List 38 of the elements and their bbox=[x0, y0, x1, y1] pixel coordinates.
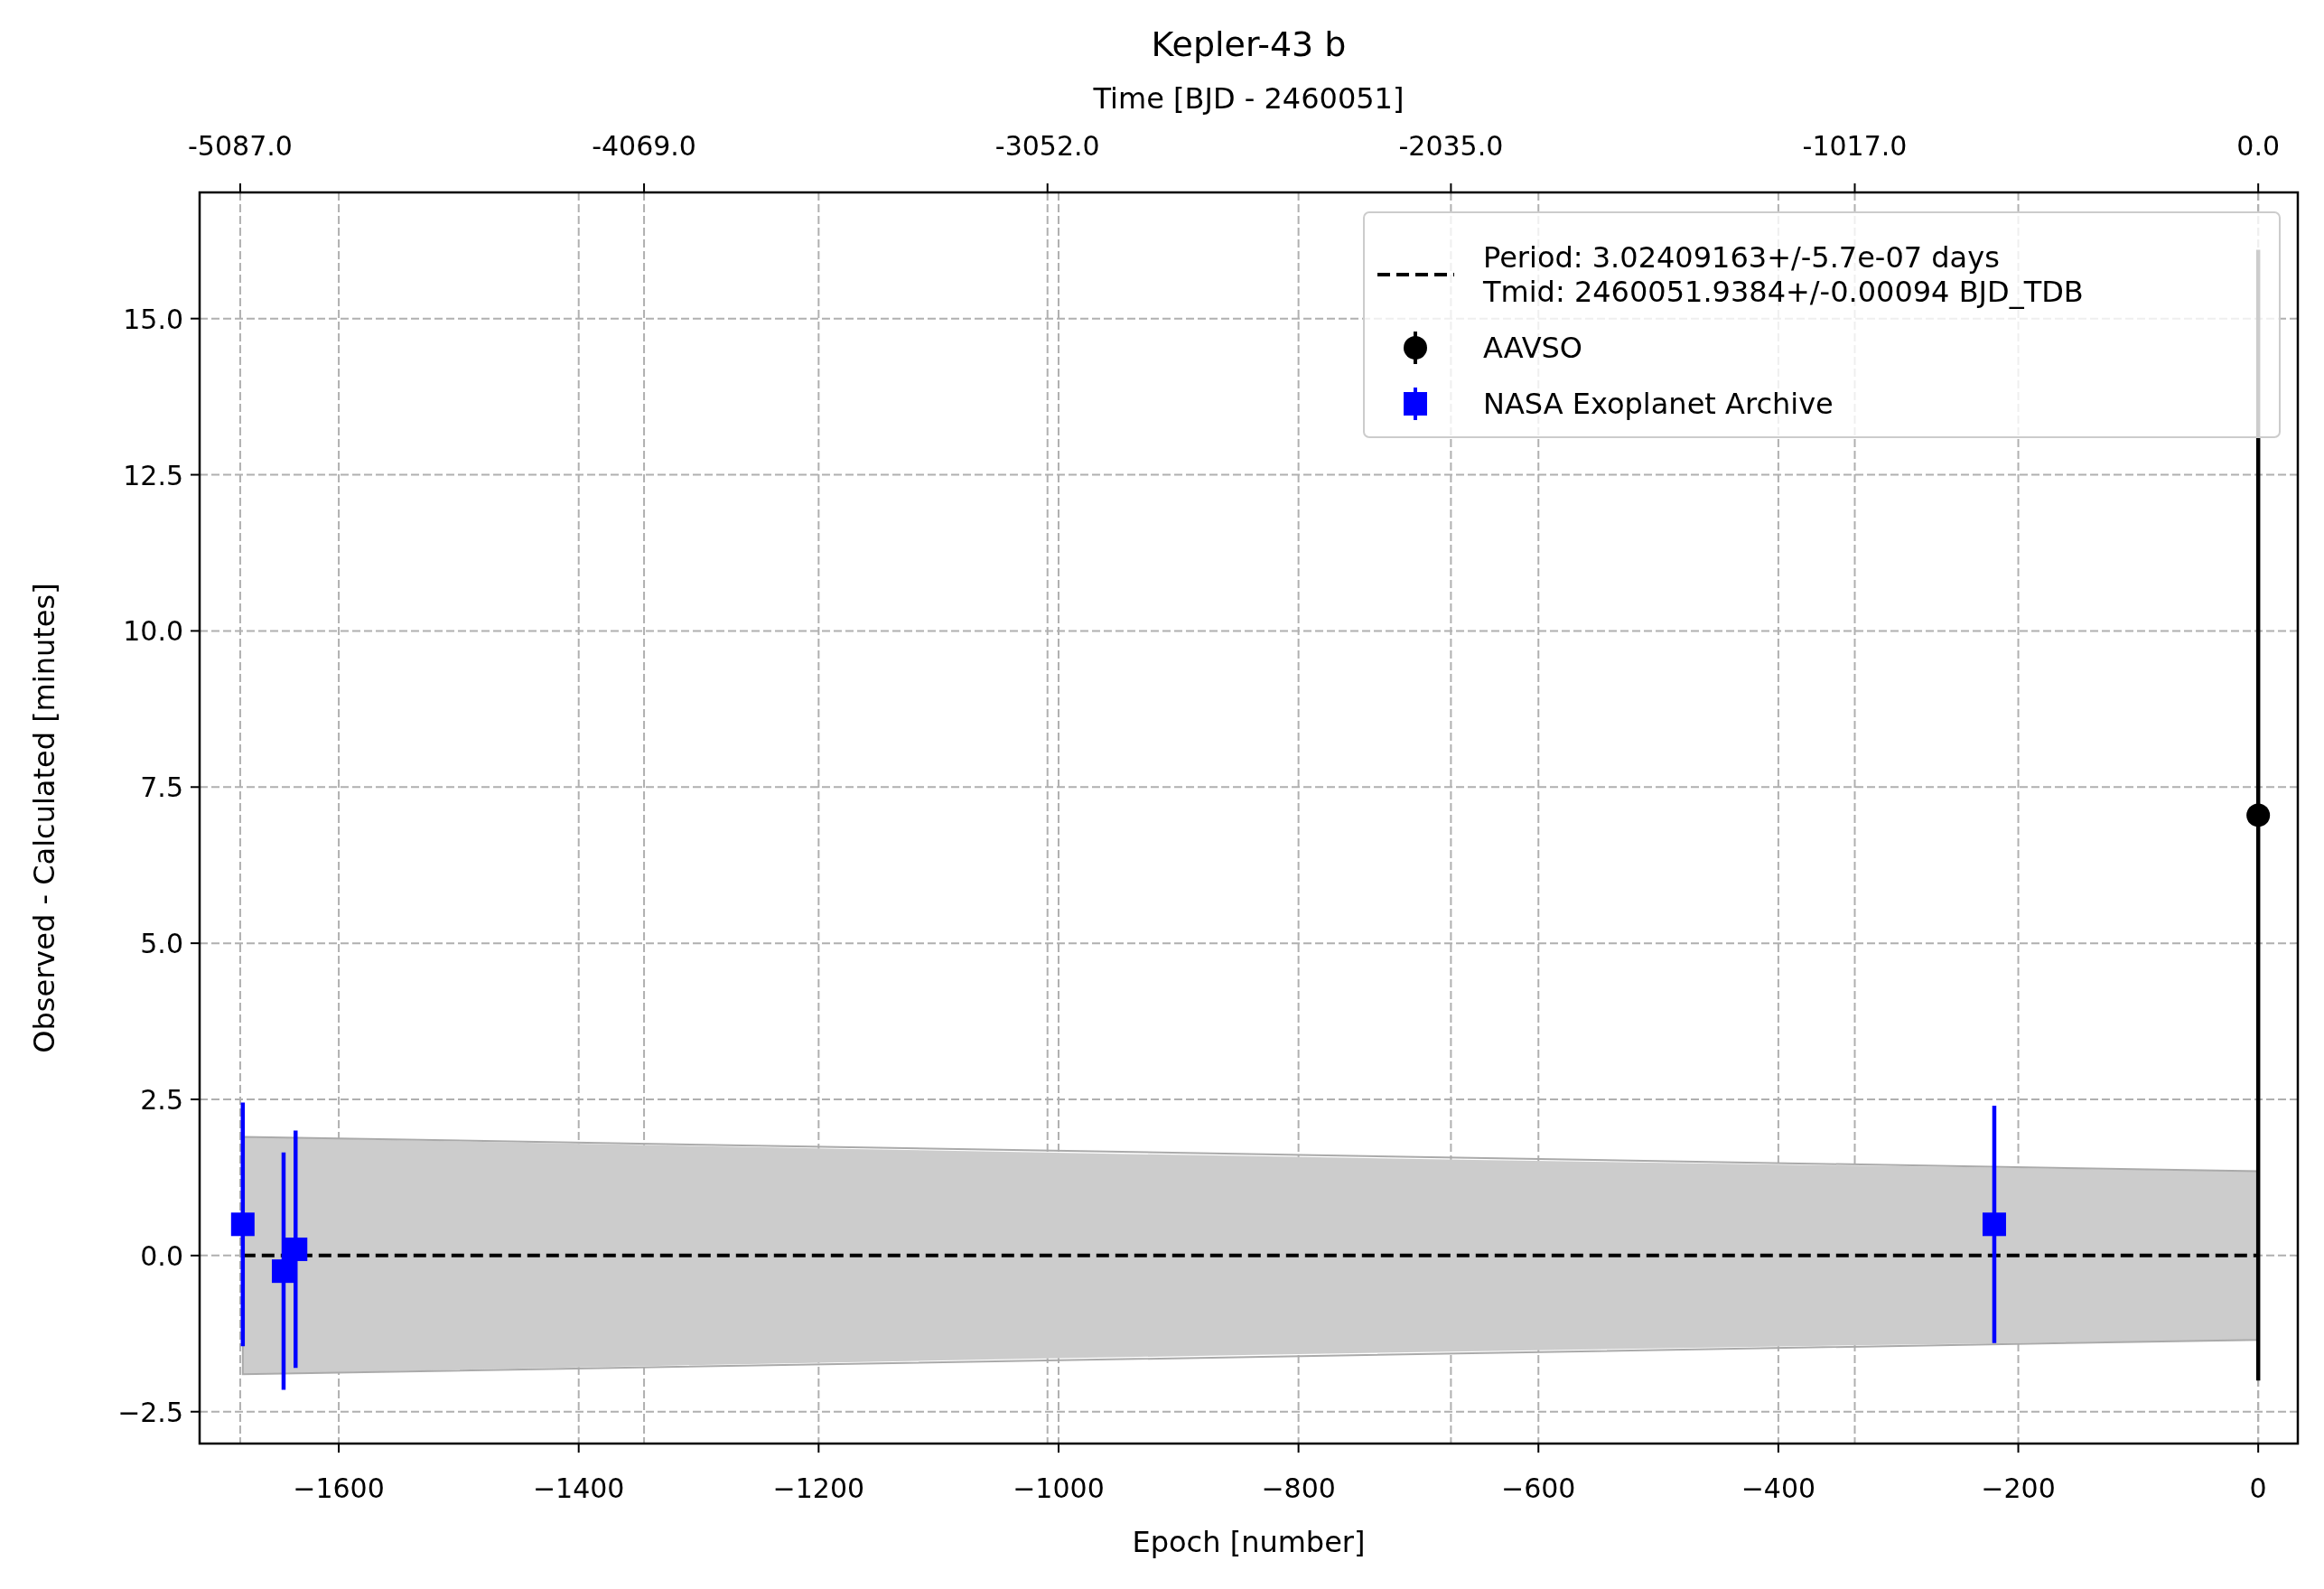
y-tick-label: 15.0 bbox=[123, 303, 183, 335]
chart-title: Kepler-43 b bbox=[1151, 24, 1347, 64]
x-tick-label: −1000 bbox=[1013, 1472, 1105, 1504]
legend-line-icon bbox=[1377, 273, 1454, 276]
legend-marker-icon bbox=[1404, 332, 1427, 364]
y-tick-label: 5.0 bbox=[140, 928, 183, 960]
x-tick-label: −1400 bbox=[532, 1472, 625, 1504]
top-tick-label: 0.0 bbox=[2236, 130, 2281, 162]
legend-label: Period: 3.02409163+/-5.7e-07 days bbox=[1483, 240, 2000, 275]
point bbox=[1982, 1212, 2006, 1237]
y-axis-label: Observed - Calculated [minutes] bbox=[27, 583, 61, 1053]
legend-label: NASA Exoplanet Archive bbox=[1483, 387, 1834, 421]
y-tick-label: 0.0 bbox=[140, 1239, 183, 1272]
x-tick-label: −600 bbox=[1501, 1472, 1576, 1504]
y-tick-label: −2.5 bbox=[117, 1396, 183, 1428]
x-tick-label: −1600 bbox=[293, 1472, 385, 1504]
top-tick-label: -1017.0 bbox=[1802, 130, 1908, 162]
top-tick-label: -5087.0 bbox=[188, 130, 293, 162]
y-tick-label: 12.5 bbox=[123, 459, 183, 491]
x-tick-label: −200 bbox=[1981, 1472, 2056, 1504]
point bbox=[284, 1237, 308, 1261]
top-tick-label: -2035.0 bbox=[1398, 130, 1504, 162]
top-axis-label: Time [BJD - 2460051] bbox=[1093, 81, 1405, 116]
y-tick-label: 2.5 bbox=[140, 1084, 183, 1116]
point bbox=[230, 1212, 255, 1237]
x-axis-label: Epoch [number] bbox=[1132, 1525, 1366, 1559]
legend-label: Tmid: 2460051.9384+/-0.00094 BJD_TDB bbox=[1483, 275, 2084, 309]
top-tick-label: -4069.0 bbox=[592, 130, 696, 162]
x-tick-label: 0 bbox=[2249, 1472, 2267, 1504]
x-tick-label: −1200 bbox=[772, 1472, 865, 1504]
top-tick-label: -3052.0 bbox=[994, 130, 1100, 162]
y-tick-label: 7.5 bbox=[140, 771, 183, 804]
x-tick-label: −800 bbox=[1261, 1472, 1336, 1504]
legend-label: AAVSO bbox=[1483, 331, 1582, 365]
point bbox=[2246, 803, 2271, 827]
y-tick-label: 10.0 bbox=[123, 615, 183, 648]
legend-marker-icon bbox=[1404, 388, 1427, 420]
x-tick-label: −400 bbox=[1741, 1472, 1816, 1504]
